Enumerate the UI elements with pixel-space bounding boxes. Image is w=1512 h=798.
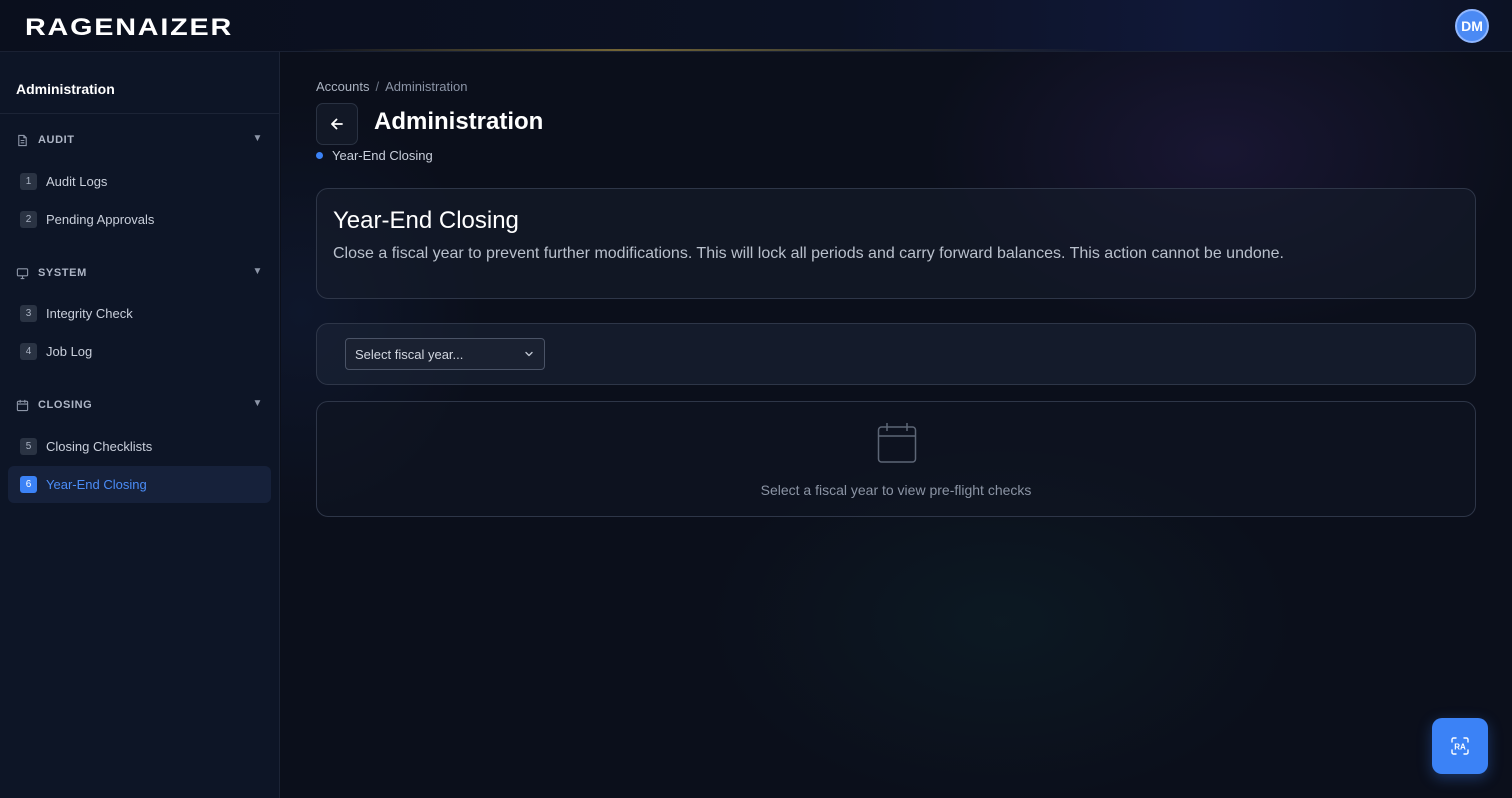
sidebar-item-label: Year-End Closing (46, 477, 147, 492)
current-subpage: Year-End Closing (316, 148, 433, 163)
sidebar-item-audit-logs[interactable]: 1 Audit Logs (8, 163, 271, 200)
item-number-badge: 2 (20, 211, 37, 228)
sidebar-item-label: Audit Logs (46, 174, 108, 189)
item-number-badge: 1 (20, 173, 37, 190)
document-icon (18, 134, 27, 146)
breadcrumb-link-accounts[interactable]: Accounts (316, 79, 369, 94)
section-audit-header[interactable]: AUDIT ▼ (16, 132, 263, 148)
sidebar-item-label: Job Log (46, 344, 93, 359)
sidebar-title: Administration (0, 52, 279, 114)
sidebar-item-integrity-check[interactable]: 3 Integrity Check (8, 295, 271, 332)
select-placeholder: Select fiscal year... (355, 346, 464, 362)
section-closing-header[interactable]: CLOSING ▼ (16, 397, 263, 413)
item-number-badge: 5 (20, 438, 37, 455)
section-system-label: SYSTEM (38, 267, 87, 279)
arrow-left-icon (331, 118, 343, 130)
empty-state-message: Select a fiscal year to view pre-flight … (760, 482, 1032, 498)
section-system-header[interactable]: SYSTEM ▼ (16, 265, 263, 281)
app-logo[interactable]: RAGENAIZER (25, 14, 235, 38)
filter-card: Select fiscal year... (316, 323, 1476, 385)
sidebar-item-label: Integrity Check (46, 306, 133, 321)
calendar-icon (16, 399, 29, 411)
fiscal-year-select[interactable]: Select fiscal year... (345, 338, 545, 370)
breadcrumb-current: Administration (385, 79, 468, 94)
sidebar-item-pending-approvals[interactable]: 2 Pending Approvals (8, 201, 271, 238)
assistant-fab-button[interactable]: RA (1432, 718, 1488, 774)
monitor-icon (16, 267, 29, 279)
item-number-badge: 6 (20, 476, 37, 493)
assistant-icon: RA (1451, 737, 1469, 755)
sidebar-item-job-log[interactable]: 4 Job Log (8, 333, 271, 370)
sidebar-item-label: Closing Checklists (46, 439, 153, 454)
sidebar-item-year-end-closing[interactable]: 6 Year-End Closing (8, 466, 271, 503)
sidebar: Administration AUDIT ▼ 1 Audit Logs 2 Pe… (0, 52, 280, 798)
back-button[interactable] (316, 103, 358, 145)
chevron-down-icon[interactable]: ▼ (253, 133, 264, 144)
main-content: Accounts / Administration Administration Y… (281, 52, 1512, 798)
header-glow-line (300, 49, 1100, 51)
chevron-down-icon (525, 351, 533, 357)
page-title: Administration (374, 108, 544, 135)
sidebar-item-label: Pending Approvals (46, 212, 155, 227)
subpage-label: Year-End Closing (332, 148, 433, 163)
chevron-down-icon[interactable]: ▼ (253, 266, 264, 277)
breadcrumb: Accounts / Administration (316, 79, 467, 94)
sidebar-item-closing-checklists[interactable]: 5 Closing Checklists (8, 428, 271, 465)
item-number-badge: 3 (20, 305, 37, 322)
breadcrumb-separator: / (375, 79, 380, 94)
info-card-title: Year-End Closing (333, 207, 519, 234)
section-closing-label: CLOSING (38, 399, 93, 411)
top-bar: RAGENAIZER DM (0, 0, 1512, 52)
user-avatar[interactable]: DM (1455, 9, 1489, 43)
info-card-description: Close a fiscal year to prevent further m… (333, 245, 1284, 262)
status-dot (316, 152, 323, 159)
chevron-down-icon[interactable]: ▼ (253, 398, 264, 409)
empty-state-card: Select a fiscal year to view pre-flight … (316, 401, 1476, 517)
item-number-badge: 4 (20, 343, 37, 360)
calendar-icon (877, 423, 917, 463)
logo-text: RAGENAIZER (25, 14, 233, 38)
section-audit-label: AUDIT (38, 134, 75, 146)
fab-badge-text: RA (1454, 743, 1466, 752)
info-card: Year-End Closing Close a fiscal year to … (316, 188, 1476, 299)
